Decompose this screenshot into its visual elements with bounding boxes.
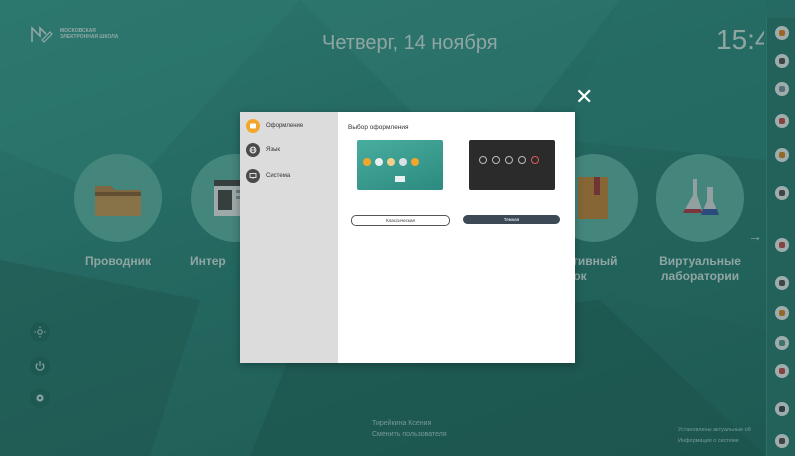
theme-button-classic[interactable]: Классическая <box>351 215 450 226</box>
menu-label: Система <box>266 173 291 179</box>
close-icon[interactable]: ✕ <box>575 86 593 108</box>
theme-preview-classic[interactable] <box>357 140 443 190</box>
theme-preview-dark[interactable] <box>469 140 555 190</box>
settings-sidebar: Оформление Язык Система <box>240 112 338 363</box>
menu-item-appearance[interactable]: Оформление <box>246 118 303 134</box>
menu-label: Язык <box>266 147 281 153</box>
preview-icons <box>479 156 539 164</box>
palette-icon <box>246 119 260 133</box>
monitor-icon <box>246 169 260 183</box>
dialog-title: Выбор оформления <box>348 124 409 131</box>
globe-icon <box>246 143 260 157</box>
menu-item-language[interactable]: Язык <box>246 142 280 158</box>
menu-label: Оформление <box>266 123 304 129</box>
preview-icons <box>363 158 419 166</box>
theme-button-dark[interactable]: Темная <box>463 215 560 224</box>
settings-dialog: Оформление Язык Система Выбор оформления <box>240 112 575 363</box>
menu-item-system[interactable]: Система <box>246 168 290 184</box>
